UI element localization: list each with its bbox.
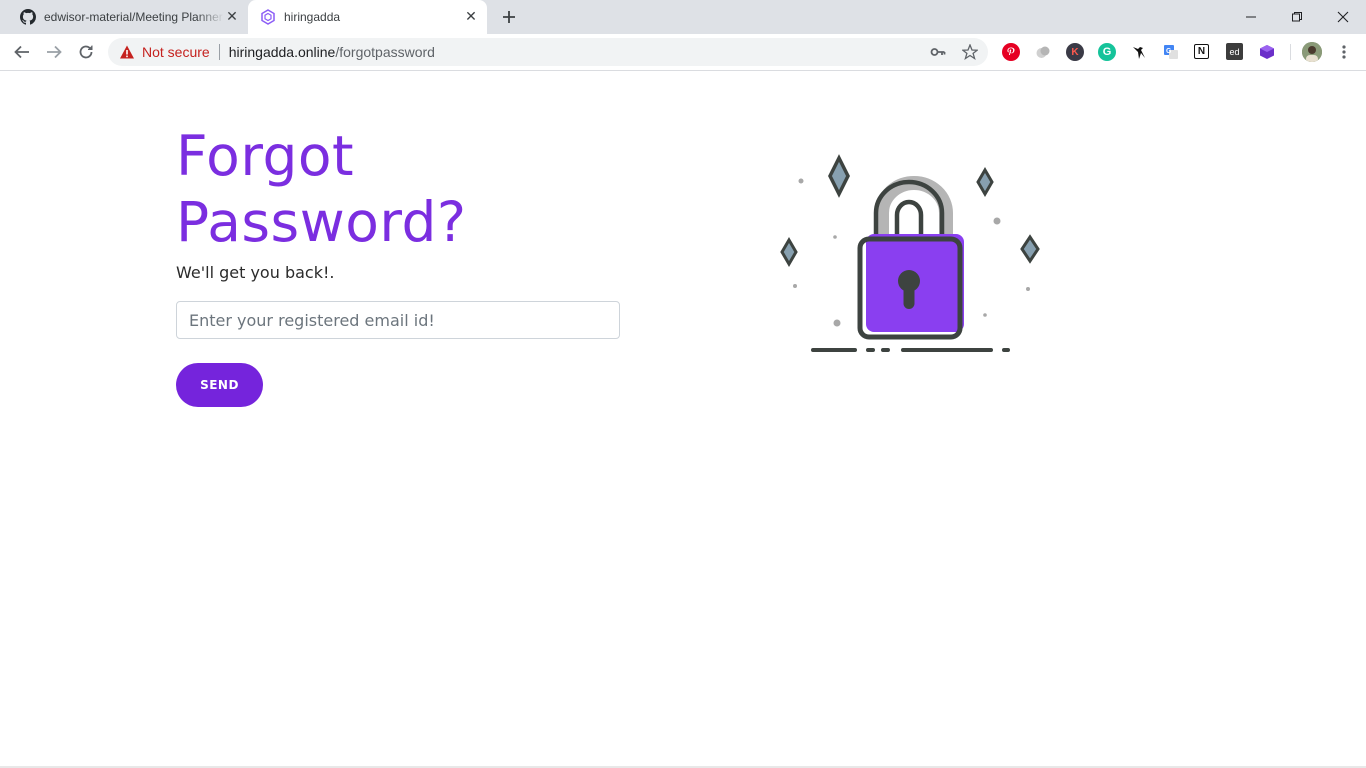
github-icon [20, 9, 36, 25]
key-icon[interactable] [930, 44, 946, 60]
tab-title: edwisor-material/Meeting Planner [44, 10, 223, 24]
close-tab-icon[interactable]: ✕ [224, 9, 240, 25]
email-input[interactable] [176, 301, 620, 339]
minimize-button[interactable] [1228, 0, 1274, 34]
google-translate-icon[interactable]: G [1162, 43, 1180, 61]
page-title: Forgot Password? [176, 124, 467, 254]
hiringadda-logo-icon [260, 9, 276, 25]
notion-icon[interactable]: N [1194, 44, 1209, 59]
warning-icon[interactable] [119, 44, 135, 60]
close-tab-icon[interactable]: ✕ [463, 9, 479, 25]
tab-hiringadda[interactable]: hiringadda ✕ [248, 0, 487, 34]
profile-avatar[interactable] [1302, 42, 1322, 62]
url-text[interactable]: hiringadda.online/forgotpassword [229, 44, 435, 60]
tab-github[interactable]: edwisor-material/Meeting Planner ✕ [8, 0, 248, 34]
forgot-password-page: Forgot Password? We'll get you back!. SE… [0, 71, 1366, 768]
padlock-illustration [770, 151, 1050, 361]
bird-extension-icon[interactable] [1130, 43, 1148, 61]
forward-button[interactable] [40, 38, 68, 66]
k-extension-icon[interactable]: K [1066, 43, 1084, 61]
pinterest-icon[interactable] [1002, 43, 1020, 61]
browser-menu-button[interactable] [1330, 38, 1358, 66]
padlock-icon [780, 154, 1040, 352]
url-path: /forgotpassword [335, 44, 435, 60]
new-tab-button[interactable] [498, 6, 520, 28]
extension-gray-icon[interactable] [1034, 43, 1052, 61]
browser-tab-strip: edwisor-material/Meeting Planner ✕ hirin… [0, 0, 1366, 34]
browser-toolbar: Not secure hiringadda.online/forgotpassw… [0, 34, 1366, 71]
restore-button[interactable] [1274, 0, 1320, 34]
url-host: hiringadda.online [228, 44, 336, 60]
omnibox-divider [218, 44, 220, 60]
address-bar[interactable]: Not secure hiringadda.online/forgotpassw… [108, 38, 988, 66]
reload-button[interactable] [72, 38, 100, 66]
close-window-button[interactable] [1320, 0, 1366, 34]
ed-extension-icon[interactable]: ed [1226, 43, 1243, 60]
grammarly-icon[interactable]: G [1098, 43, 1116, 61]
back-button[interactable] [8, 38, 36, 66]
tab-title: hiringadda [284, 10, 341, 24]
bookmark-star-icon[interactable] [962, 44, 978, 60]
svg-text:G: G [1166, 48, 1172, 55]
toolbar-divider [1290, 44, 1291, 60]
send-button[interactable]: SEND [176, 363, 263, 407]
cube-extension-icon[interactable] [1258, 43, 1276, 61]
page-subtitle: We'll get you back!. [176, 263, 335, 282]
security-status[interactable]: Not secure [142, 44, 210, 60]
